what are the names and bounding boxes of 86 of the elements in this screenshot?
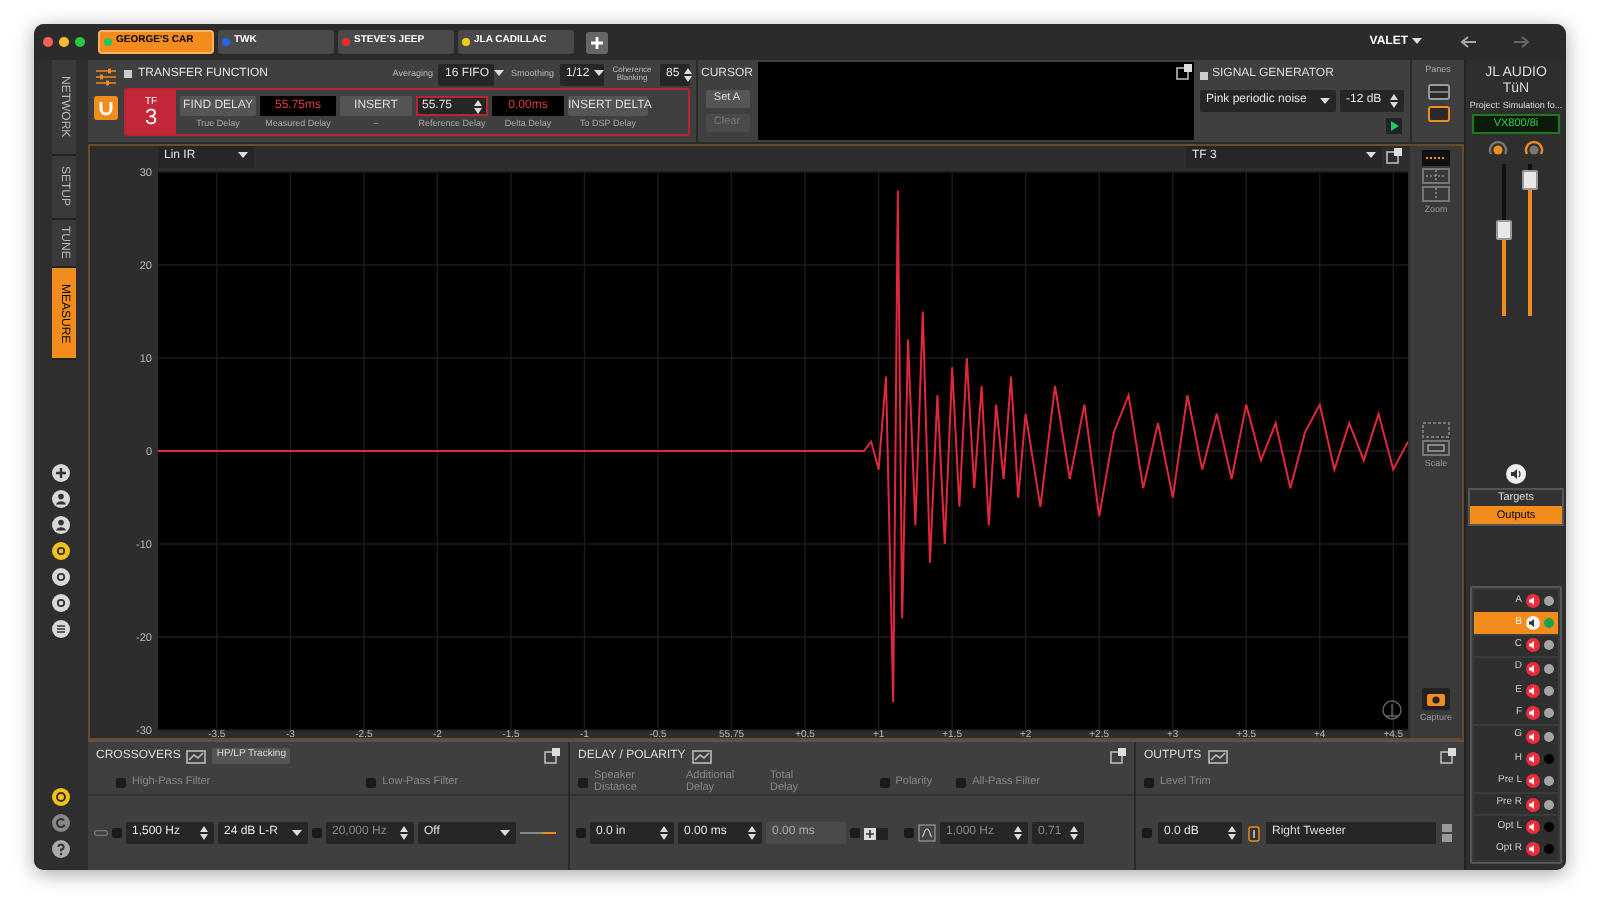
stepper-icon bbox=[474, 99, 482, 113]
zoom-horizontal-icon[interactable] bbox=[1422, 150, 1450, 166]
stepper-icon bbox=[1070, 826, 1078, 840]
caret-icon bbox=[593, 70, 604, 78]
stepper-icon bbox=[660, 826, 668, 840]
stepper-icon bbox=[748, 826, 756, 840]
slope-line-icon[interactable] bbox=[520, 830, 556, 836]
help-icon[interactable] bbox=[52, 840, 70, 858]
watermark-logo-icon bbox=[1382, 700, 1402, 720]
mute-icon[interactable] bbox=[1526, 842, 1540, 857]
scale-icon[interactable] bbox=[1422, 439, 1450, 456]
mute-icon[interactable] bbox=[1526, 797, 1540, 811]
caret-icon bbox=[238, 152, 248, 160]
camera-icon[interactable] bbox=[1422, 688, 1450, 711]
badge-number: 3 bbox=[144, 107, 158, 129]
panel-icon bbox=[124, 70, 132, 78]
filter-icon[interactable] bbox=[918, 824, 936, 842]
caret-icon bbox=[493, 70, 503, 78]
caret-icon bbox=[1320, 97, 1330, 105]
toggle-square[interactable] bbox=[850, 828, 860, 838]
stepper-icon bbox=[1014, 826, 1022, 840]
add-icon[interactable] bbox=[52, 464, 70, 482]
mute-icon[interactable] bbox=[1526, 706, 1540, 721]
link-icon[interactable] bbox=[1248, 825, 1260, 841]
mute-icon[interactable] bbox=[1526, 616, 1540, 631]
user-icon[interactable] bbox=[52, 516, 70, 534]
stepper-icon bbox=[1228, 826, 1236, 840]
toggle-square[interactable] bbox=[112, 828, 122, 838]
mute-icon[interactable] bbox=[1526, 774, 1540, 789]
mute-icon[interactable] bbox=[1526, 751, 1540, 766]
user-icon[interactable] bbox=[52, 490, 70, 508]
add-tab-icon[interactable] bbox=[586, 31, 608, 53]
polarity-toggle-icon[interactable] bbox=[864, 827, 888, 839]
toggle-square[interactable] bbox=[879, 777, 890, 787]
forward-arrow-icon[interactable] bbox=[1514, 36, 1530, 48]
mute-icon[interactable] bbox=[1526, 729, 1540, 744]
caret-icon bbox=[1366, 152, 1376, 160]
stepper-icon[interactable] bbox=[1442, 824, 1452, 842]
refresh-icon[interactable] bbox=[52, 814, 70, 832]
split-panes-icon[interactable] bbox=[1427, 83, 1449, 100]
list-icon[interactable] bbox=[52, 620, 70, 638]
sliders-icon[interactable] bbox=[96, 68, 116, 86]
graph-icon[interactable] bbox=[1207, 749, 1228, 763]
fader-thumb[interactable] bbox=[1521, 169, 1537, 190]
stepper-icon bbox=[200, 826, 208, 840]
toggle-square[interactable] bbox=[578, 777, 588, 787]
mute-icon[interactable] bbox=[1526, 684, 1540, 699]
caret-icon bbox=[292, 829, 302, 837]
popout-icon[interactable] bbox=[1176, 64, 1192, 80]
toggle-square[interactable] bbox=[904, 828, 914, 838]
popout-icon[interactable] bbox=[544, 748, 560, 764]
knob-icon[interactable] bbox=[1488, 140, 1508, 160]
toggle-square[interactable] bbox=[312, 828, 322, 838]
play-icon[interactable] bbox=[1386, 118, 1402, 134]
zoom-vertical-icon[interactable] bbox=[1422, 186, 1450, 202]
window-controls-icon[interactable] bbox=[42, 36, 86, 48]
single-pane-icon[interactable] bbox=[1427, 105, 1449, 122]
mute-icon[interactable] bbox=[1526, 661, 1540, 676]
toggle-square[interactable] bbox=[576, 828, 586, 838]
popout-icon[interactable] bbox=[1440, 748, 1456, 764]
toggle-square[interactable] bbox=[1144, 777, 1154, 787]
fader-thumb[interactable] bbox=[1495, 220, 1511, 241]
popout-icon[interactable] bbox=[1386, 148, 1402, 164]
caret-icon bbox=[500, 829, 510, 837]
checkbox[interactable] bbox=[116, 777, 126, 787]
back-arrow-icon[interactable] bbox=[1460, 36, 1476, 48]
popout-icon[interactable] bbox=[1110, 748, 1126, 764]
checkbox[interactable] bbox=[366, 777, 377, 787]
graph-icon[interactable] bbox=[186, 749, 207, 763]
toggle-square[interactable] bbox=[1142, 828, 1152, 838]
scale-fit-icon[interactable] bbox=[1422, 421, 1450, 438]
knob-icon[interactable] bbox=[1524, 140, 1544, 160]
caret-icon bbox=[1412, 38, 1422, 46]
magnet-icon[interactable] bbox=[94, 96, 118, 120]
stepper-icon bbox=[683, 67, 692, 81]
mute-icon[interactable] bbox=[1526, 638, 1540, 653]
stepper-icon bbox=[400, 826, 408, 840]
panel-icon bbox=[1200, 71, 1208, 79]
graph-icon[interactable] bbox=[691, 749, 712, 763]
toggle-square[interactable] bbox=[956, 777, 967, 787]
speaker-icon[interactable] bbox=[1506, 463, 1526, 484]
stepper-icon bbox=[1390, 94, 1398, 108]
device-icon[interactable] bbox=[52, 788, 70, 806]
mute-icon[interactable] bbox=[1526, 819, 1540, 834]
mute-icon[interactable] bbox=[1526, 593, 1540, 608]
settings-icon[interactable] bbox=[52, 594, 70, 612]
